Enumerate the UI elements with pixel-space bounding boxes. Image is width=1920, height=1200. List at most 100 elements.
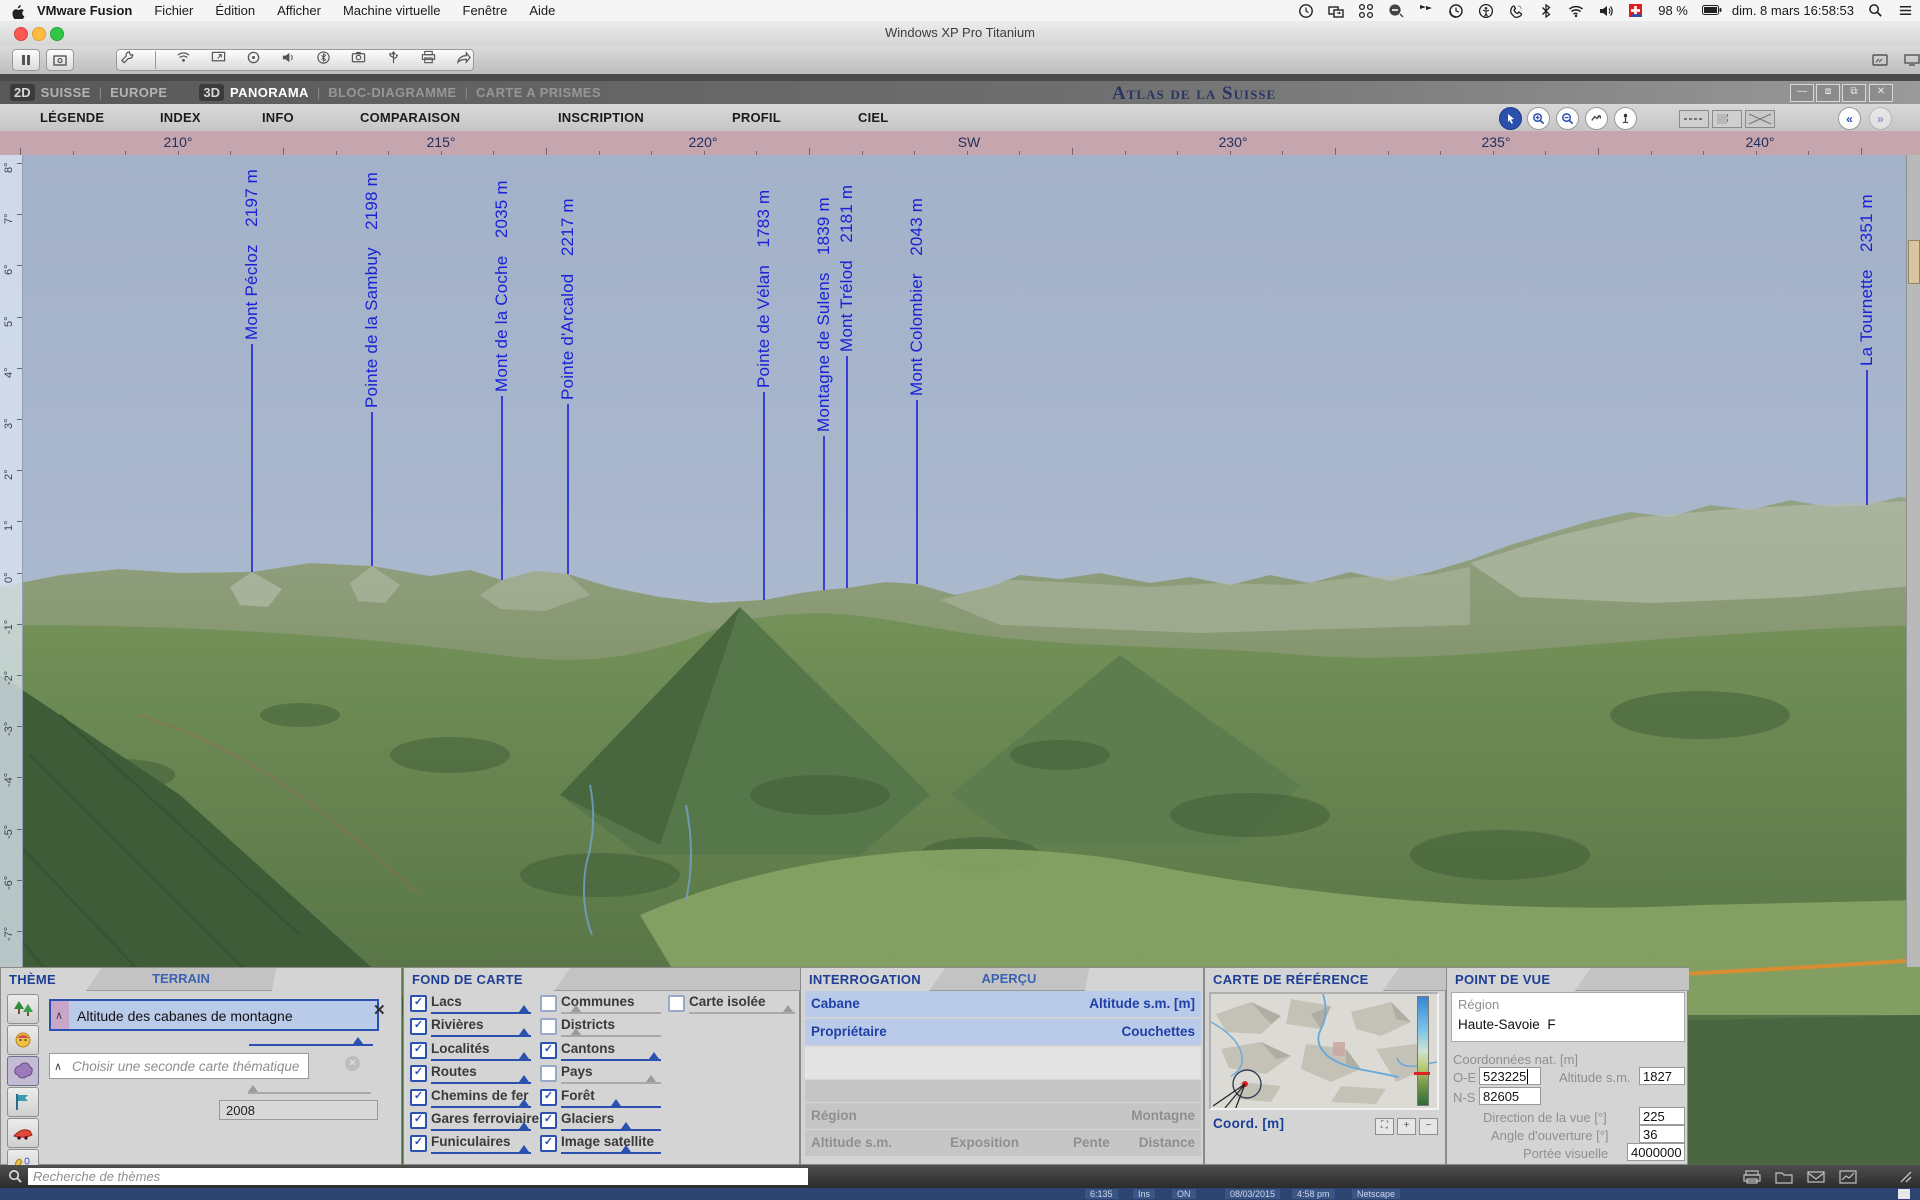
slider-thumb[interactable] [621, 1145, 631, 1152]
spotlight-search-icon[interactable] [1868, 3, 1884, 19]
monitor-icon[interactable] [1904, 53, 1920, 71]
flag-icon[interactable] [7, 1087, 39, 1117]
layer-opacity-slider[interactable] [561, 1152, 661, 1154]
checkbox-cantons[interactable]: ✓ [540, 1042, 557, 1059]
snapshot-button[interactable] [46, 49, 74, 71]
layer-opacity-slider[interactable] [561, 1106, 661, 1108]
checkbox-communes[interactable]: ✓ [540, 995, 557, 1012]
fullscreen-icon[interactable]: ⛶ [1375, 1118, 1394, 1135]
nature-icon[interactable] [7, 1056, 39, 1086]
nav-carte-a-prismes[interactable]: CARTE A PRISMES [476, 85, 601, 100]
sharing-icon[interactable] [456, 50, 471, 70]
checkbox-forêt[interactable]: ✓ [540, 1089, 557, 1106]
menubar-item[interactable]: Fichier [154, 3, 193, 18]
time-machine-icon[interactable] [1448, 3, 1464, 19]
pause-button[interactable] [12, 49, 40, 71]
checkbox-routes[interactable]: ✓ [410, 1065, 427, 1082]
nav-europe[interactable]: EUROPE [110, 85, 167, 100]
slider-thumb[interactable] [649, 1052, 659, 1059]
split-horizontal-icon[interactable] [1679, 110, 1709, 128]
slider-thumb[interactable] [519, 1005, 529, 1012]
slider-thumb[interactable] [621, 1122, 631, 1129]
reference-map[interactable] [1209, 992, 1439, 1110]
layer-opacity-slider[interactable] [431, 1106, 531, 1108]
layer-opacity-slider[interactable] [561, 1012, 661, 1014]
zoom-out-icon[interactable]: − [1419, 1118, 1438, 1135]
notification-center-icon[interactable] [1898, 3, 1914, 19]
remove-theme-button[interactable]: ✕ [373, 1001, 386, 1019]
nav-bloc-diagramme[interactable]: BLOC-DIAGRAMME [328, 85, 456, 100]
checkbox-glaciers[interactable]: ✓ [540, 1112, 557, 1129]
bluetooth-icon[interactable] [316, 50, 331, 70]
theme-opacity-slider[interactable] [249, 1044, 373, 1046]
layer-opacity-slider[interactable] [561, 1035, 661, 1037]
menubar-item[interactable]: Édition [215, 3, 255, 18]
checkbox-pays[interactable]: ✓ [540, 1065, 557, 1082]
peak-label[interactable]: Mont Colombier 2043 m [907, 198, 927, 396]
menubar-item[interactable]: Machine virtuelle [343, 3, 441, 18]
app-menu-légende[interactable]: LÉGENDE [40, 110, 104, 125]
peak-label[interactable]: La Tournette 2351 m [1857, 194, 1877, 366]
observer-icon[interactable] [1614, 107, 1637, 130]
checkbox-localités[interactable]: ✓ [410, 1042, 427, 1059]
range-input[interactable]: 4000000 [1627, 1143, 1685, 1161]
fullscreen-icon[interactable] [1872, 53, 1888, 71]
slider-thumb[interactable] [783, 1005, 793, 1012]
theme-search-input[interactable]: Recherche de thèmes [28, 1168, 808, 1185]
slider-thumb[interactable] [519, 1075, 529, 1082]
zoom-in-icon[interactable] [1527, 107, 1550, 130]
bluetooth-icon[interactable] [1538, 3, 1554, 19]
panorama-scrollbar-thumb[interactable] [1908, 240, 1920, 284]
slider-thumb[interactable] [571, 1028, 581, 1035]
checkbox-carte-isolée[interactable]: ✓ [668, 995, 685, 1012]
peak-label[interactable]: Pointe d'Arcalod 2217 m [558, 198, 578, 400]
checkbox-image-satellite[interactable]: ✓ [540, 1135, 557, 1152]
layer-opacity-slider[interactable] [431, 1152, 531, 1154]
app-menu-comparaison[interactable]: COMPARAISON [360, 110, 460, 125]
slider-thumb[interactable] [519, 1028, 529, 1035]
trees-icon[interactable] [7, 994, 39, 1024]
print-icon[interactable] [1742, 1168, 1762, 1185]
menubar-item[interactable]: Fenêtre [463, 3, 508, 18]
folder-icon[interactable] [1774, 1168, 1794, 1185]
peak-label[interactable]: Mont Trélod 2181 m [837, 185, 857, 352]
peak-label[interactable]: Mont de la Coche 2035 m [492, 180, 512, 392]
keystroke-icon[interactable] [1358, 3, 1374, 19]
layer-opacity-slider[interactable] [689, 1012, 795, 1014]
dnd-icon[interactable] [1388, 3, 1404, 19]
leisure-icon[interactable] [7, 1025, 39, 1055]
wifi-icon[interactable] [1568, 3, 1584, 19]
selected-theme-box[interactable]: ∧ Altitude des cabanes de montagne [49, 999, 379, 1031]
app-menu-profil[interactable]: PROFIL [732, 110, 781, 125]
layer-opacity-slider[interactable] [561, 1129, 661, 1131]
layer-opacity-slider[interactable] [431, 1035, 531, 1037]
restore-icon[interactable]: ⧉ [1842, 84, 1866, 102]
collapse-caret-icon[interactable]: ∧ [54, 1060, 62, 1073]
nav-panorama[interactable]: PANORAMA [230, 85, 309, 100]
slider-thumb[interactable] [571, 1005, 581, 1012]
network-icon[interactable] [176, 50, 191, 70]
checkbox-chemins-de-fer[interactable]: ✓ [410, 1089, 427, 1106]
slider-thumb[interactable] [646, 1075, 656, 1082]
menubar-item[interactable]: Afficher [277, 3, 321, 18]
menubar-clock[interactable]: dim. 8 mars 16:58:53 [1732, 3, 1854, 18]
slider-thumb[interactable] [519, 1052, 529, 1059]
wrench-icon[interactable] [120, 50, 135, 70]
accessibility-icon[interactable] [1478, 3, 1494, 19]
collapse-caret-icon[interactable]: ∧ [55, 1009, 63, 1022]
app-menu-info[interactable]: INFO [262, 110, 294, 125]
app-menu-ciel[interactable]: CIEL [858, 110, 888, 125]
split-vertical-icon[interactable] [1712, 110, 1742, 128]
flags-icon[interactable] [1418, 3, 1434, 19]
peak-label[interactable]: Montagne de Sulens 1839 m [814, 197, 834, 432]
menubar-app-menu[interactable]: VMware Fusion [37, 3, 132, 18]
minimize-icon[interactable]: — [1790, 84, 1814, 102]
layer-opacity-slider[interactable] [431, 1012, 531, 1014]
apple-icon[interactable] [10, 3, 26, 19]
second-theme-box[interactable]: ∧ Choisir une seconde carte thématique [49, 1053, 309, 1079]
layer-opacity-slider[interactable] [561, 1059, 661, 1061]
sound-icon[interactable] [281, 50, 296, 70]
terrain-tab[interactable]: TERRAIN [86, 968, 276, 991]
mail-icon[interactable] [1806, 1168, 1826, 1185]
peak-label[interactable]: Pointe de Vélan 1783 m [754, 190, 774, 388]
